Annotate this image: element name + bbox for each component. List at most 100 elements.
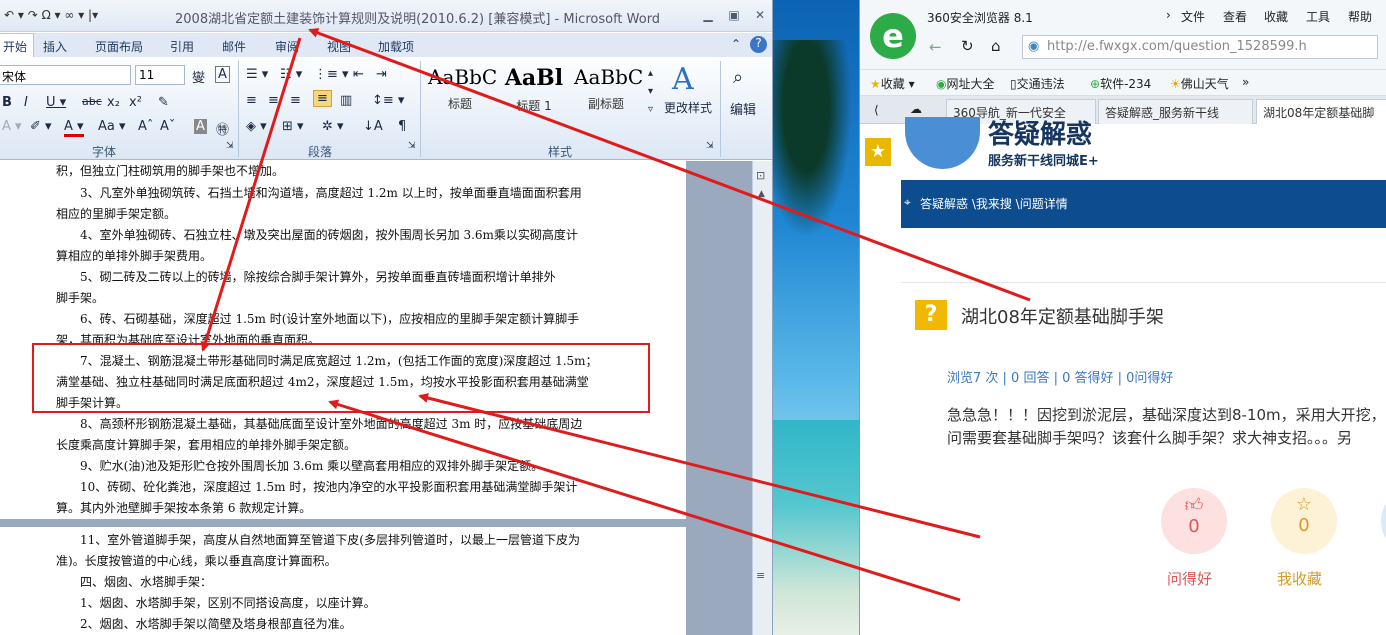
subscript-icon[interactable]: x₂ — [107, 95, 120, 110]
align-left-icon[interactable]: ≡ — [246, 93, 257, 108]
browser-tab-2[interactable]: 答疑解惑_服务新干线 — [1098, 99, 1253, 124]
font-color-icon[interactable]: A ▾ — [64, 119, 84, 137]
bookmark-sites[interactable]: ◉网址大全 — [936, 75, 995, 92]
help-icon[interactable]: ? — [750, 36, 767, 53]
tab-back-icon[interactable]: ⟨ — [874, 103, 879, 117]
style-subtitle[interactable]: AaBbC 副标题 — [574, 65, 643, 121]
tab-references[interactable]: 引用 — [170, 38, 194, 55]
collapse-ribbon-icon[interactable]: ⌃ — [731, 37, 741, 51]
thumbs-up-icon: 👍︎ — [1184, 495, 1204, 516]
chinese-layout-icon[interactable]: ✲ ▾ — [322, 119, 344, 134]
address-bar[interactable]: ◉ http://e.fwxgx.com/question_1528599.h — [1022, 35, 1378, 59]
superscript-icon[interactable]: x² — [129, 95, 142, 110]
find-icon[interactable]: ⌕ — [733, 67, 743, 88]
menu-file[interactable]: 文件 — [1181, 8, 1205, 25]
enclose-char-icon[interactable]: ㊕ — [216, 119, 229, 138]
cloud-icon[interactable]: ☁ — [910, 102, 922, 116]
align-center-icon[interactable]: ≡ — [268, 93, 279, 108]
doc-line: 5、砌二砖及二砖以上的砖墙，除按综合脚手架计算外，另按单面垂直砖墙面积增计单排外 — [56, 270, 556, 284]
scroll-up-icon[interactable]: ▲ — [758, 189, 765, 199]
numbering-icon[interactable]: ☷ ▾ — [280, 67, 302, 82]
menu-view[interactable]: 查看 — [1223, 8, 1247, 25]
doc-line: 长度乘高度计算脚手架，套用相应的单排外脚手架定额。 — [56, 438, 357, 452]
minimize-icon[interactable]: ▁ — [700, 8, 716, 22]
refresh-icon[interactable]: ↻ — [961, 37, 974, 55]
doc-line: 9、贮水(油)池及矩形贮仓按外围周长加 3.6m 乘以壁高套用相应的双排外脚手架… — [56, 459, 544, 473]
bookmark-favorites[interactable]: ★收藏 ▾ — [870, 75, 915, 92]
edit-label[interactable]: 编辑 — [730, 99, 756, 118]
tab-mailings[interactable]: 邮件 — [222, 38, 246, 55]
strikethrough-icon[interactable]: abc — [82, 95, 102, 108]
menu-favorites[interactable]: 收藏 — [1264, 8, 1288, 25]
styles-dialog-launcher-icon[interactable]: ⇲ — [706, 141, 714, 151]
browser-toolbar: e 360安全浏览器 8.1 › 文件 查看 收藏 工具 帮助 ← ↻ ⌂ ◉ … — [860, 0, 1386, 70]
borders-icon[interactable]: ⊞ ▾ — [282, 119, 304, 134]
paragraph-dialog-launcher-icon[interactable]: ⇲ — [408, 141, 416, 151]
good-question-button[interactable]: 👍︎ 0 — [1161, 488, 1227, 554]
tab-view[interactable]: 视图 — [327, 38, 351, 55]
multilevel-list-icon[interactable]: ⋮≡ ▾ — [314, 67, 349, 82]
text-effect-icon[interactable]: A ▾ — [2, 119, 22, 134]
decrease-indent-icon[interactable]: ⇤ — [353, 67, 364, 82]
tab-page-layout[interactable]: 页面布局 — [95, 38, 143, 55]
highlight-icon[interactable]: ✐ ▾ — [30, 119, 52, 134]
style-title[interactable]: AaBbC 标题 — [428, 65, 497, 121]
shrink-font-icon[interactable]: Aˇ — [160, 119, 175, 134]
font-size-combo[interactable]: 11 — [135, 65, 185, 85]
bullets-icon[interactable]: ☰ ▾ — [246, 67, 268, 82]
tab-insert[interactable]: 插入 — [43, 38, 67, 55]
char-border-icon[interactable]: A — [215, 66, 230, 83]
char-shading-icon[interactable]: A — [194, 119, 207, 134]
font-name-combo[interactable]: 宋体 — [0, 65, 131, 85]
sort-icon[interactable]: ↓A — [363, 119, 383, 134]
sidebar-star-icon[interactable]: ★ — [865, 138, 891, 166]
bookmark-traffic[interactable]: ▯交通违法 — [1010, 75, 1065, 92]
shading-icon[interactable]: ◈ ▾ — [246, 119, 267, 134]
tab-addins[interactable]: 加载项 — [378, 38, 414, 55]
tab-review[interactable]: 审阅 — [275, 38, 299, 55]
clear-format-icon[interactable]: ✎ — [158, 95, 169, 110]
url-text[interactable]: http://e.fwxgx.com/question_1528599.h — [1047, 39, 1307, 54]
bold-icon[interactable]: B — [2, 95, 12, 110]
bookmarks-more[interactable]: » — [1242, 75, 1249, 89]
tab-home[interactable]: 开始 — [0, 33, 35, 57]
browser-tab-3[interactable]: 湖北08年定额基础脚 — [1256, 99, 1386, 124]
change-styles-icon[interactable]: A — [672, 62, 694, 97]
change-case-icon[interactable]: Aa ▾ — [98, 119, 126, 134]
scroll-thumb[interactable]: ≡ — [756, 569, 765, 582]
show-marks-icon[interactable]: ¶ — [398, 119, 406, 134]
good-question-label[interactable]: 问得好 — [1167, 568, 1212, 589]
ruler-toggle-icon[interactable]: ⊡ — [756, 169, 765, 182]
favorite-button[interactable]: ☆ 0 — [1271, 488, 1337, 554]
line-spacing-icon[interactable]: ↕≡ ▾ — [372, 93, 404, 108]
question-text: 急急急！！！因挖到淤泥层，基础深度达到8-10m，采用大开挖， 问需要套基础脚手… — [947, 404, 1386, 450]
favorite-label[interactable]: 我收藏 — [1277, 568, 1322, 589]
grow-font-size-icon[interactable]: Aˆ — [138, 119, 153, 134]
maximize-icon[interactable]: ▣ — [726, 8, 742, 22]
increase-indent-icon[interactable]: ⇥ — [376, 67, 387, 82]
bookmark-software[interactable]: ⊕软件-234 — [1090, 75, 1151, 92]
distributed-icon[interactable]: ▥ — [340, 93, 352, 108]
vertical-scrollbar[interactable]: ⊡ ▲ ≡ — [752, 161, 772, 635]
breadcrumb[interactable]: 答疑解惑 \我来搜 \问题详情 — [920, 195, 1068, 212]
menu-tools[interactable]: 工具 — [1306, 8, 1330, 25]
back-icon[interactable]: ← — [929, 38, 942, 56]
chevron-right-icon[interactable]: › — [1166, 8, 1171, 22]
word-window: ↶ ▾ ↷ Ω ▾ ∞ ▾ |▾ 2008湖北省定额土建装饰计算规则及说明(20… — [0, 0, 773, 635]
align-right-icon[interactable]: ≡ — [290, 93, 301, 108]
doc-line: 相应的里脚手架定额。 — [56, 207, 177, 221]
divider — [901, 282, 1386, 283]
justify-icon[interactable]: ≡ — [313, 90, 332, 107]
change-styles-label[interactable]: 更改样式 — [664, 99, 712, 116]
style-heading1[interactable]: AaBl 标题 1 — [502, 65, 566, 121]
close-icon[interactable]: ✕ — [752, 8, 768, 22]
font-dialog-launcher-icon[interactable]: ⇲ — [226, 141, 234, 151]
home-icon[interactable]: ⌂ — [991, 37, 1001, 55]
grow-font-icon[interactable]: 燮 — [192, 67, 205, 86]
underline-icon[interactable]: U ▾ — [46, 95, 66, 110]
italic-icon[interactable]: I — [24, 95, 28, 110]
bookmark-weather[interactable]: ☀佛山天气 — [1170, 75, 1229, 92]
styles-scroll-icon[interactable]: ▴ ▾ ▿ — [648, 65, 653, 119]
quick-access-toolbar[interactable]: ↶ ▾ ↷ Ω ▾ ∞ ▾ |▾ — [4, 8, 98, 22]
menu-help[interactable]: 帮助 — [1348, 8, 1372, 25]
